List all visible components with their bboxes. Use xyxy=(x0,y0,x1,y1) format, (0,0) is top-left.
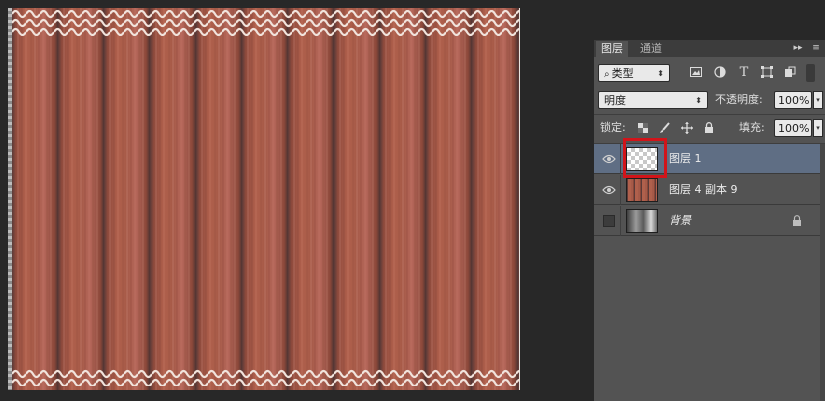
smart-object-filter-icon[interactable] xyxy=(782,64,798,80)
lock-transparent-pixels-icon[interactable] xyxy=(636,121,650,135)
eye-icon[interactable] xyxy=(602,184,616,196)
blend-row: 明度 ⬍ 不透明度: 100% ▾ xyxy=(594,91,825,109)
opacity-label: 不透明度: xyxy=(715,93,763,106)
chevron-updown-icon: ⬍ xyxy=(695,96,702,105)
adjustment-filter-icon[interactable] xyxy=(712,64,728,80)
text-filter-icon[interactable]: T xyxy=(736,64,752,80)
column-divider xyxy=(620,175,621,205)
filter-kind-label: 类型 xyxy=(611,67,634,80)
fill-label: 填充: xyxy=(739,121,765,134)
opacity-value: 100% xyxy=(778,94,810,107)
fill-slider-arrow[interactable]: ▾ xyxy=(813,119,823,137)
fill-value: 100% xyxy=(778,122,810,135)
layers-scrollbar[interactable] xyxy=(820,144,825,401)
chevron-updown-icon: ⬍ xyxy=(657,69,664,78)
striped-pattern-image xyxy=(12,8,519,390)
eye-icon[interactable] xyxy=(602,153,616,165)
layer-name[interactable]: 图层 1 xyxy=(669,151,702,167)
separator xyxy=(594,114,825,115)
layer-thumbnail-gradient[interactable] xyxy=(626,209,658,233)
tab-layers[interactable]: 图层 xyxy=(596,41,628,57)
layer-thumbnail-wood[interactable] xyxy=(626,178,658,202)
panel-collapse-icon[interactable]: ▸▸ xyxy=(791,41,805,55)
lock-image-pixels-icon[interactable] xyxy=(658,121,672,135)
filter-toggle[interactable] xyxy=(806,64,815,82)
layer-name[interactable]: 背景 xyxy=(669,213,691,229)
lock-position-icon[interactable] xyxy=(680,121,694,135)
blend-mode-value: 明度 xyxy=(604,94,626,107)
blend-mode-select[interactable]: 明度 ⬍ xyxy=(598,91,708,109)
layer-row-layer-4-copy-9[interactable]: 图层 4 副本 9 xyxy=(594,175,820,205)
fill-input[interactable]: 100% xyxy=(774,119,812,137)
lock-all-icon[interactable] xyxy=(702,121,716,135)
filter-kind-select[interactable]: ⌕ 类型 ⬍ xyxy=(598,64,670,82)
panel-menu-icon[interactable]: ≡ xyxy=(809,41,823,55)
layer-row-background[interactable]: 背景 xyxy=(594,206,820,236)
column-divider xyxy=(620,206,621,236)
visibility-toggle-off[interactable] xyxy=(603,215,615,227)
highlight-box xyxy=(623,138,667,178)
lock-row: 锁定: 填充: 100% ▾ xyxy=(594,119,825,137)
tab-channels[interactable]: 通道 xyxy=(635,41,667,57)
lock-icon xyxy=(790,214,804,228)
column-divider xyxy=(620,144,621,174)
layer-name[interactable]: 图层 4 副本 9 xyxy=(669,182,738,198)
document-canvas[interactable] xyxy=(8,8,520,390)
shape-filter-icon[interactable] xyxy=(759,64,775,80)
image-filter-icon[interactable] xyxy=(688,64,704,80)
filter-row: ⌕ 类型 ⬍ T xyxy=(594,64,825,82)
panel-tab-bar: 图层 通道 ▸▸ ≡ xyxy=(594,40,825,57)
lock-label: 锁定: xyxy=(600,121,626,134)
opacity-input[interactable]: 100% xyxy=(774,91,812,109)
opacity-slider-arrow[interactable]: ▾ xyxy=(813,91,823,109)
layers-panel: 图层 通道 ▸▸ ≡ ⌕ 类型 ⬍ T 明度 ⬍ 不透明度: 100% ▾ 锁定… xyxy=(594,40,825,401)
search-icon: ⌕ xyxy=(604,69,610,80)
